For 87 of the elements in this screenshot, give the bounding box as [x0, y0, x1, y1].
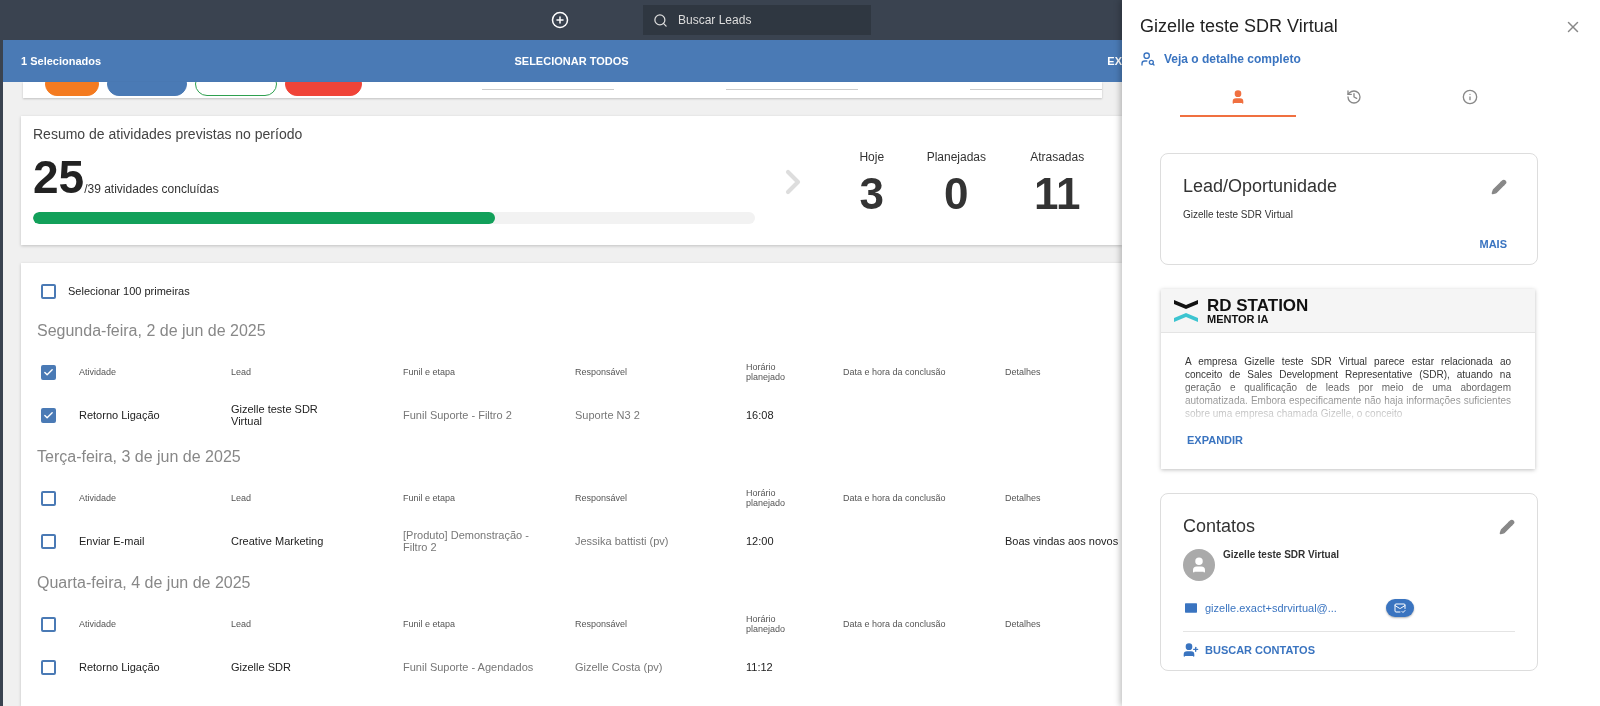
column-header: Lead — [231, 619, 253, 629]
column-header: Funil e etapa — [403, 619, 457, 629]
checkbox[interactable] — [41, 364, 56, 380]
table-cell-text: Suporte N3 2 — [575, 409, 641, 421]
table-cell-text: 16:08 — [746, 409, 775, 421]
expand-button[interactable]: EXPANDIR — [1187, 434, 1244, 446]
done-count: 25 — [33, 154, 85, 200]
checkbox[interactable] — [41, 616, 56, 632]
edit-icon[interactable] — [1499, 518, 1515, 535]
stat-value: 11 — [1033, 172, 1081, 216]
date-heading: Segunda-feira, 2 de jun de 2025 — [37, 321, 267, 341]
checkbox[interactable] — [41, 283, 56, 299]
table-cell-text: [Produto] Demonstração - Filtro 2 — [403, 529, 530, 553]
column-header: Atividade — [79, 619, 118, 629]
stat-value: 3 — [859, 172, 885, 216]
column-header: Lead — [231, 367, 253, 377]
brand-name: RD STATION — [1207, 296, 1309, 314]
summary-title: Resumo de atividades previstas no período — [33, 126, 304, 142]
lead-name: Gizelle teste SDR Virtual — [1183, 209, 1294, 220]
selection-count: 1 Selecionados — [21, 55, 103, 67]
stat-label: Planejadas — [926, 150, 986, 164]
more-button[interactable]: MAIS — [1479, 238, 1507, 250]
table-cell-text: Enviar E-mail — [79, 535, 146, 547]
column-header: Atividade — [79, 493, 118, 503]
check-icon — [43, 409, 54, 421]
table-cell-text: Gizelle teste SDR Virtual — [231, 403, 319, 427]
search-field[interactable]: Buscar Leads — [643, 5, 871, 35]
table-cell-text: Jessika battisti (pv) — [575, 535, 670, 547]
drawer-title: Gizelle teste SDR Virtual — [1140, 16, 1338, 37]
checkbox[interactable] — [41, 490, 56, 506]
select-all-button[interactable]: SELECIONAR TODOS — [514, 55, 629, 67]
column-header: Horário planejado — [746, 362, 787, 382]
email-link[interactable]: gizelle.exact+sdrvirtual@... — [1183, 600, 1386, 616]
table-cell-text: Gizelle Costa (pv) — [575, 661, 664, 673]
column-header: Responsável — [575, 619, 629, 629]
table-cell-text: Retorno Ligação — [79, 661, 161, 673]
table-cell-text: Creative Marketing — [231, 535, 325, 547]
add-icon[interactable] — [551, 11, 569, 29]
card-title: Lead/Oportunidade — [1183, 176, 1338, 197]
logo-icon — [1173, 298, 1199, 323]
add-person-icon — [1183, 642, 1199, 658]
column-header: Responsável — [575, 367, 629, 377]
stat-value: 0 — [944, 172, 969, 216]
column-header: Funil e etapa — [403, 493, 457, 503]
column-header: Funil e etapa — [403, 367, 457, 377]
stat-label: Atrasadas — [1030, 150, 1085, 164]
column-header: Horário planejado — [746, 614, 787, 634]
table-cell-text: Gizelle SDR — [231, 661, 292, 673]
user-search-icon — [1140, 51, 1156, 67]
detail-link[interactable]: Veja o detalhe completo — [1140, 51, 1600, 67]
table-cell-text: Funil Suporte - Agendados — [403, 661, 535, 673]
column-header: Detalhes — [1005, 367, 1042, 377]
table-cell-text: 11:12 — [746, 661, 774, 673]
edit-icon[interactable] — [1491, 178, 1507, 195]
check-icon — [43, 366, 54, 378]
search-contacts-button[interactable]: BUSCAR CONTATOS — [1183, 642, 1315, 658]
brand-subtitle: MENTOR IA — [1207, 313, 1270, 325]
column-header: Data e hora da conclusão — [843, 619, 947, 629]
search-icon — [653, 12, 668, 28]
send-email-button[interactable] — [1386, 599, 1414, 617]
card-title: Contatos — [1183, 516, 1256, 537]
person-icon — [1230, 89, 1246, 105]
table-cell-text: Funil Suporte - Filtro 2 — [403, 409, 513, 421]
checkbox[interactable] — [41, 533, 56, 549]
column-header: Lead — [231, 493, 253, 503]
column-header: Detalhes — [1005, 619, 1042, 629]
avatar-icon — [1183, 549, 1215, 581]
column-header: Atividade — [79, 367, 118, 377]
history-icon — [1346, 89, 1362, 105]
mail-check-icon — [1394, 602, 1406, 614]
date-heading: Quarta-feira, 4 de jun de 2025 — [37, 573, 252, 593]
stat-label: Hoje — [859, 150, 885, 164]
info-icon — [1462, 89, 1478, 105]
table-cell-text: Retorno Ligação — [79, 409, 161, 421]
action-button[interactable]: EX — [1107, 55, 1122, 67]
checkbox[interactable] — [41, 407, 56, 423]
contact-name: Gizelle teste SDR Virtual — [1223, 549, 1339, 562]
column-header: Detalhes — [1005, 493, 1042, 503]
column-header: Data e hora da conclusão — [843, 367, 947, 377]
column-header: Data e hora da conclusão — [843, 493, 947, 503]
checkbox-label: Selecionar 100 primeiras — [68, 285, 190, 297]
column-header: Horário planejado — [746, 488, 787, 508]
total-label: /39 atividades concluídas — [84, 182, 219, 196]
date-heading: Terça-feira, 3 de jun de 2025 — [37, 447, 242, 467]
column-header: Responsável — [575, 493, 629, 503]
checkbox[interactable] — [41, 659, 56, 675]
table-cell-text: 12:00 — [746, 535, 775, 547]
